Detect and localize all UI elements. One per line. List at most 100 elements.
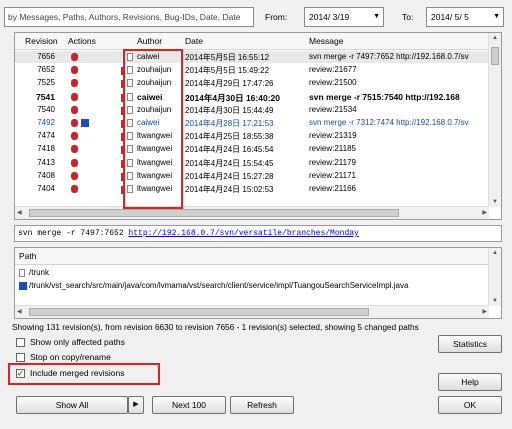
refresh-button[interactable]: Refresh [230, 396, 294, 414]
table-row[interactable]: 7525 zouhaijun 2014年4月29日 17:47:26 review:2… [15, 77, 489, 89]
paths-header: Path [15, 248, 489, 265]
modified-action-icon [71, 66, 78, 75]
table-row[interactable]: 7413 ltwangwei 2014年4月24日 15:54:45 review:2… [15, 157, 489, 169]
message-cell: review:21319 [309, 131, 357, 141]
revision-cell: 7418 [37, 144, 55, 154]
revision-cell: 7652 [37, 65, 55, 75]
col-message[interactable]: Message [309, 36, 344, 46]
table-row[interactable]: 7418 ltwangwei 2014年4月24日 16:45:54 review:2… [15, 143, 489, 155]
to-date-picker[interactable]: 2014/ 5/ 5 ▼ [426, 7, 504, 27]
search-filter-input[interactable]: by Messages, Paths, Authors, Revisions, … [4, 7, 254, 27]
table-row[interactable]: 7474 ltwangwei 2014年4月25日 18:55:38 review:2… [15, 130, 489, 142]
table-row[interactable]: 7652 zouhaijun 2014年5月5日 15:49:22 review:21… [15, 64, 489, 76]
date-cell: 2014年4月24日 16:45:54 [185, 145, 274, 155]
modified-action-icon [71, 158, 78, 167]
table-row[interactable]: 7408 ltwangwei 2014年4月24日 15:27:28 review:2… [15, 170, 489, 182]
message-cell: review:21677 [309, 65, 357, 75]
col-path[interactable]: Path [19, 251, 37, 261]
table-row[interactable]: 7492 caiwei 2014年4月28日 17:21:53 svn merge -… [15, 117, 489, 129]
scroll-thumb[interactable] [29, 209, 399, 217]
message-cell: review:21534 [309, 104, 357, 114]
revision-cell: 7408 [37, 170, 55, 180]
from-date-picker[interactable]: 2014/ 3/19 ▼ [304, 7, 384, 27]
log-horizontal-scrollbar[interactable]: ◀ ▶ [15, 206, 489, 219]
file-icon [19, 269, 25, 277]
message-cell: svn merge -r 7515:7540 http://192.168 [309, 91, 460, 102]
modified-action-icon [71, 53, 78, 61]
chevron-down-icon[interactable]: ▼ [493, 8, 500, 26]
modified-action-icon [71, 105, 78, 114]
col-author[interactable]: Author [137, 36, 162, 46]
table-row[interactable]: 7656 caiwei 2014年5月5日 16:55:12 svn merge -r… [15, 51, 489, 63]
path-label: /trunk [29, 268, 50, 277]
scroll-thumb[interactable] [491, 47, 499, 65]
message-text: svn merge -r 7497:7652 [18, 229, 129, 238]
java-file-icon [19, 282, 27, 290]
revision-cell: 7474 [37, 131, 55, 141]
modified-action-icon [71, 79, 78, 88]
message-cell: review:21166 [309, 184, 356, 193]
col-actions[interactable]: Actions [68, 36, 96, 46]
stop-copy-label[interactable]: Stop on copy/rename [30, 352, 111, 362]
revision-log-table[interactable]: Revision Actions Author Date Message 765… [14, 32, 502, 220]
chevron-right-icon: ▶ [133, 401, 139, 408]
message-cell: review:21179 [309, 157, 356, 167]
next-100-button[interactable]: Next 100 [152, 396, 226, 414]
date-cell: 2014年4月24日 15:02:53 [185, 185, 274, 194]
scroll-left-icon[interactable]: ◀ [17, 209, 22, 216]
modified-action-icon [71, 92, 78, 101]
date-cell: 2014年5月5日 15:49:22 [185, 66, 270, 76]
author-highlight-box [123, 49, 183, 209]
date-cell: 2014年4月25日 18:55:38 [185, 132, 274, 142]
log-message-pane[interactable]: svn merge -r 7497:7652 http://192.168.0.… [14, 225, 502, 242]
paths-horizontal-scrollbar[interactable]: ◀ ▶ [15, 305, 489, 318]
scroll-left-icon[interactable]: ◀ [17, 308, 22, 315]
revision-cell: 7541 [36, 91, 55, 102]
log-vertical-scrollbar[interactable]: ▲ ▼ [488, 33, 501, 207]
scroll-right-icon[interactable]: ▶ [482, 308, 487, 315]
message-link[interactable]: http://192.168.0.7/svn/versatile/branche… [128, 229, 358, 238]
revision-cell: 7656 [37, 52, 55, 61]
table-row[interactable]: 7540 zouhaijun 2014年4月30日 15:44:49 review:2… [15, 104, 489, 116]
show-affected-checkbox[interactable] [16, 338, 25, 347]
scroll-up-icon[interactable]: ▲ [492, 35, 498, 41]
from-date-value: 2014/ 3/19 [309, 12, 350, 22]
scroll-thumb[interactable] [29, 308, 369, 316]
message-cell: review:21185 [309, 144, 356, 154]
scroll-down-icon[interactable]: ▼ [492, 199, 498, 205]
revision-cell: 7413 [37, 157, 55, 167]
chevron-down-icon[interactable]: ▼ [373, 8, 380, 26]
scroll-down-icon[interactable]: ▼ [492, 298, 498, 304]
date-cell: 2014年4月24日 15:27:28 [185, 171, 274, 181]
revision-cell: 7404 [37, 184, 55, 193]
scroll-up-icon[interactable]: ▲ [492, 250, 498, 256]
stop-copy-checkbox[interactable] [16, 353, 25, 362]
col-revision[interactable]: Revision [25, 36, 58, 46]
table-row[interactable]: 7541 caiwei 2014年4月30日 16:40:20 svn merge -… [15, 91, 489, 103]
scroll-right-icon[interactable]: ▶ [482, 209, 487, 216]
show-all-dropdown[interactable]: ▶ [128, 396, 144, 414]
message-cell: svn merge -r 7497:7652 http://192.168.0.… [309, 52, 469, 61]
show-all-button[interactable]: Show All [16, 396, 128, 414]
date-cell: 2014年4月29日 17:47:26 [185, 79, 274, 89]
statistics-button[interactable]: Statistics [438, 335, 502, 353]
table-row[interactable]: 7404 ltwangwei 2014年4月24日 15:02:53 review:2… [15, 183, 489, 195]
modified-action-icon [71, 171, 78, 180]
help-button[interactable]: Help [438, 373, 502, 391]
date-cell: 2014年4月30日 16:40:20 [185, 92, 280, 103]
changed-paths-pane[interactable]: Path /trunk /trunk/vst_search/src/main/j… [14, 247, 502, 319]
date-cell: 2014年4月30日 15:44:49 [185, 105, 274, 115]
path-label: /trunk/vst_search/src/main/java/com/lvma… [29, 281, 409, 290]
show-affected-label[interactable]: Show only affected paths [30, 337, 125, 347]
date-cell: 2014年4月24日 15:54:45 [185, 158, 274, 168]
paths-vertical-scrollbar[interactable]: ▲ ▼ [488, 248, 501, 306]
modified-action-icon [71, 132, 78, 141]
revision-cell: 7525 [37, 78, 55, 88]
message-cell: review:21171 [309, 170, 356, 180]
ok-button[interactable]: OK [438, 396, 502, 414]
date-cell: 2014年4月28日 17:21:53 [185, 119, 274, 128]
revision-cell: 7540 [37, 104, 55, 114]
merged-highlight-box [8, 363, 160, 385]
col-date[interactable]: Date [185, 36, 203, 46]
status-text: Showing 131 revision(s), from revision 6… [12, 322, 419, 332]
